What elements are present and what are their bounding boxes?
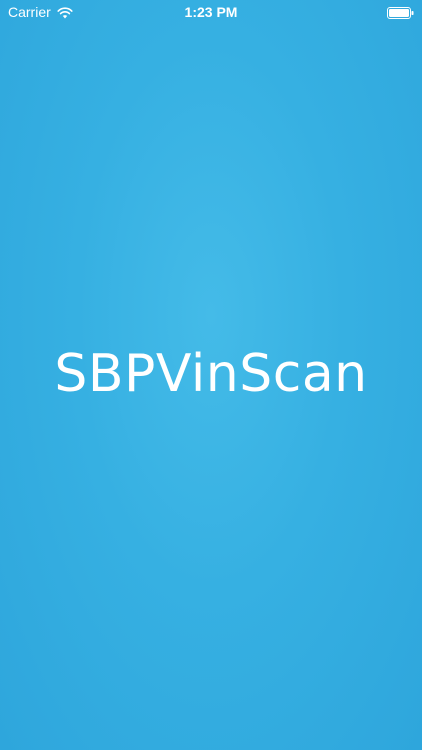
app-title: SBPVinScan [54,344,368,404]
status-bar: Carrier 1:23 PM [0,0,422,24]
splash-screen: Carrier 1:23 PM SBPVinScan [0,0,422,750]
status-time: 1:23 PM [184,4,238,20]
battery-icon [387,6,414,19]
